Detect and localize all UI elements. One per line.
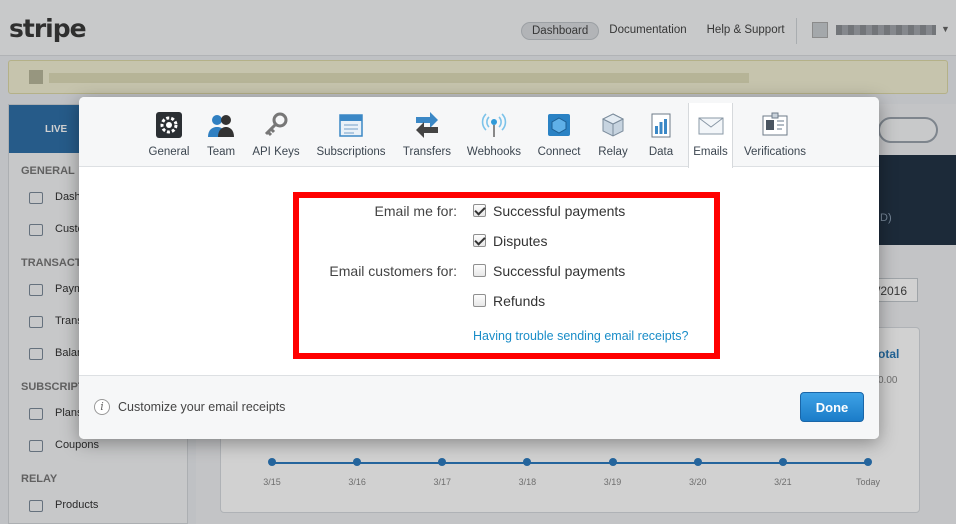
tab-general[interactable]: General bbox=[145, 103, 193, 167]
modal-footer: i Customize your email receipts Done bbox=[79, 375, 879, 439]
tab-emails[interactable]: Emails bbox=[688, 103, 733, 168]
tab-transfers[interactable]: Transfers bbox=[401, 103, 453, 167]
tab-label: Webhooks bbox=[466, 146, 522, 158]
footer-hint-text: Customize your email receipts bbox=[118, 400, 286, 414]
broadcast-icon bbox=[481, 113, 507, 137]
account-settings-modal: General Team API Keys Subscriptions Tran… bbox=[79, 97, 879, 439]
red-highlight-box bbox=[293, 192, 720, 359]
team-icon bbox=[208, 115, 234, 137]
box-icon bbox=[601, 113, 625, 137]
tab-api-keys[interactable]: API Keys bbox=[249, 103, 303, 167]
tab-label: Team bbox=[206, 146, 236, 158]
tab-data[interactable]: Data bbox=[643, 103, 679, 167]
tab-verifications[interactable]: Verifications bbox=[741, 103, 809, 167]
tab-subscriptions[interactable]: Subscriptions bbox=[313, 103, 389, 167]
tab-label: Verifications bbox=[743, 146, 806, 158]
done-button[interactable]: Done bbox=[800, 392, 864, 422]
tab-label: Subscriptions bbox=[316, 146, 386, 158]
info-icon: i bbox=[94, 399, 110, 415]
tab-webhooks[interactable]: Webhooks bbox=[465, 103, 523, 167]
tab-team[interactable]: Team bbox=[203, 103, 239, 167]
transfer-arrows-icon bbox=[416, 112, 438, 138]
tab-connect[interactable]: Connect bbox=[535, 103, 583, 167]
tab-label: API Keys bbox=[252, 146, 300, 158]
envelope-icon bbox=[698, 117, 723, 135]
tab-label: Connect bbox=[537, 146, 581, 158]
tab-label: Transfers bbox=[402, 146, 452, 158]
tab-relay[interactable]: Relay bbox=[595, 103, 631, 167]
tab-label: General bbox=[148, 146, 190, 158]
tab-label: Emails bbox=[693, 146, 728, 158]
cube-icon bbox=[548, 114, 570, 136]
calendar-icon bbox=[339, 114, 363, 137]
gear-icon bbox=[156, 112, 182, 138]
tab-label: Relay bbox=[598, 146, 628, 158]
data-icon bbox=[651, 113, 671, 138]
settings-tab-bar: General Team API Keys Subscriptions Tran… bbox=[79, 97, 879, 168]
id-card-icon bbox=[762, 112, 788, 136]
key-icon bbox=[264, 112, 288, 137]
tab-label: Data bbox=[648, 146, 674, 158]
